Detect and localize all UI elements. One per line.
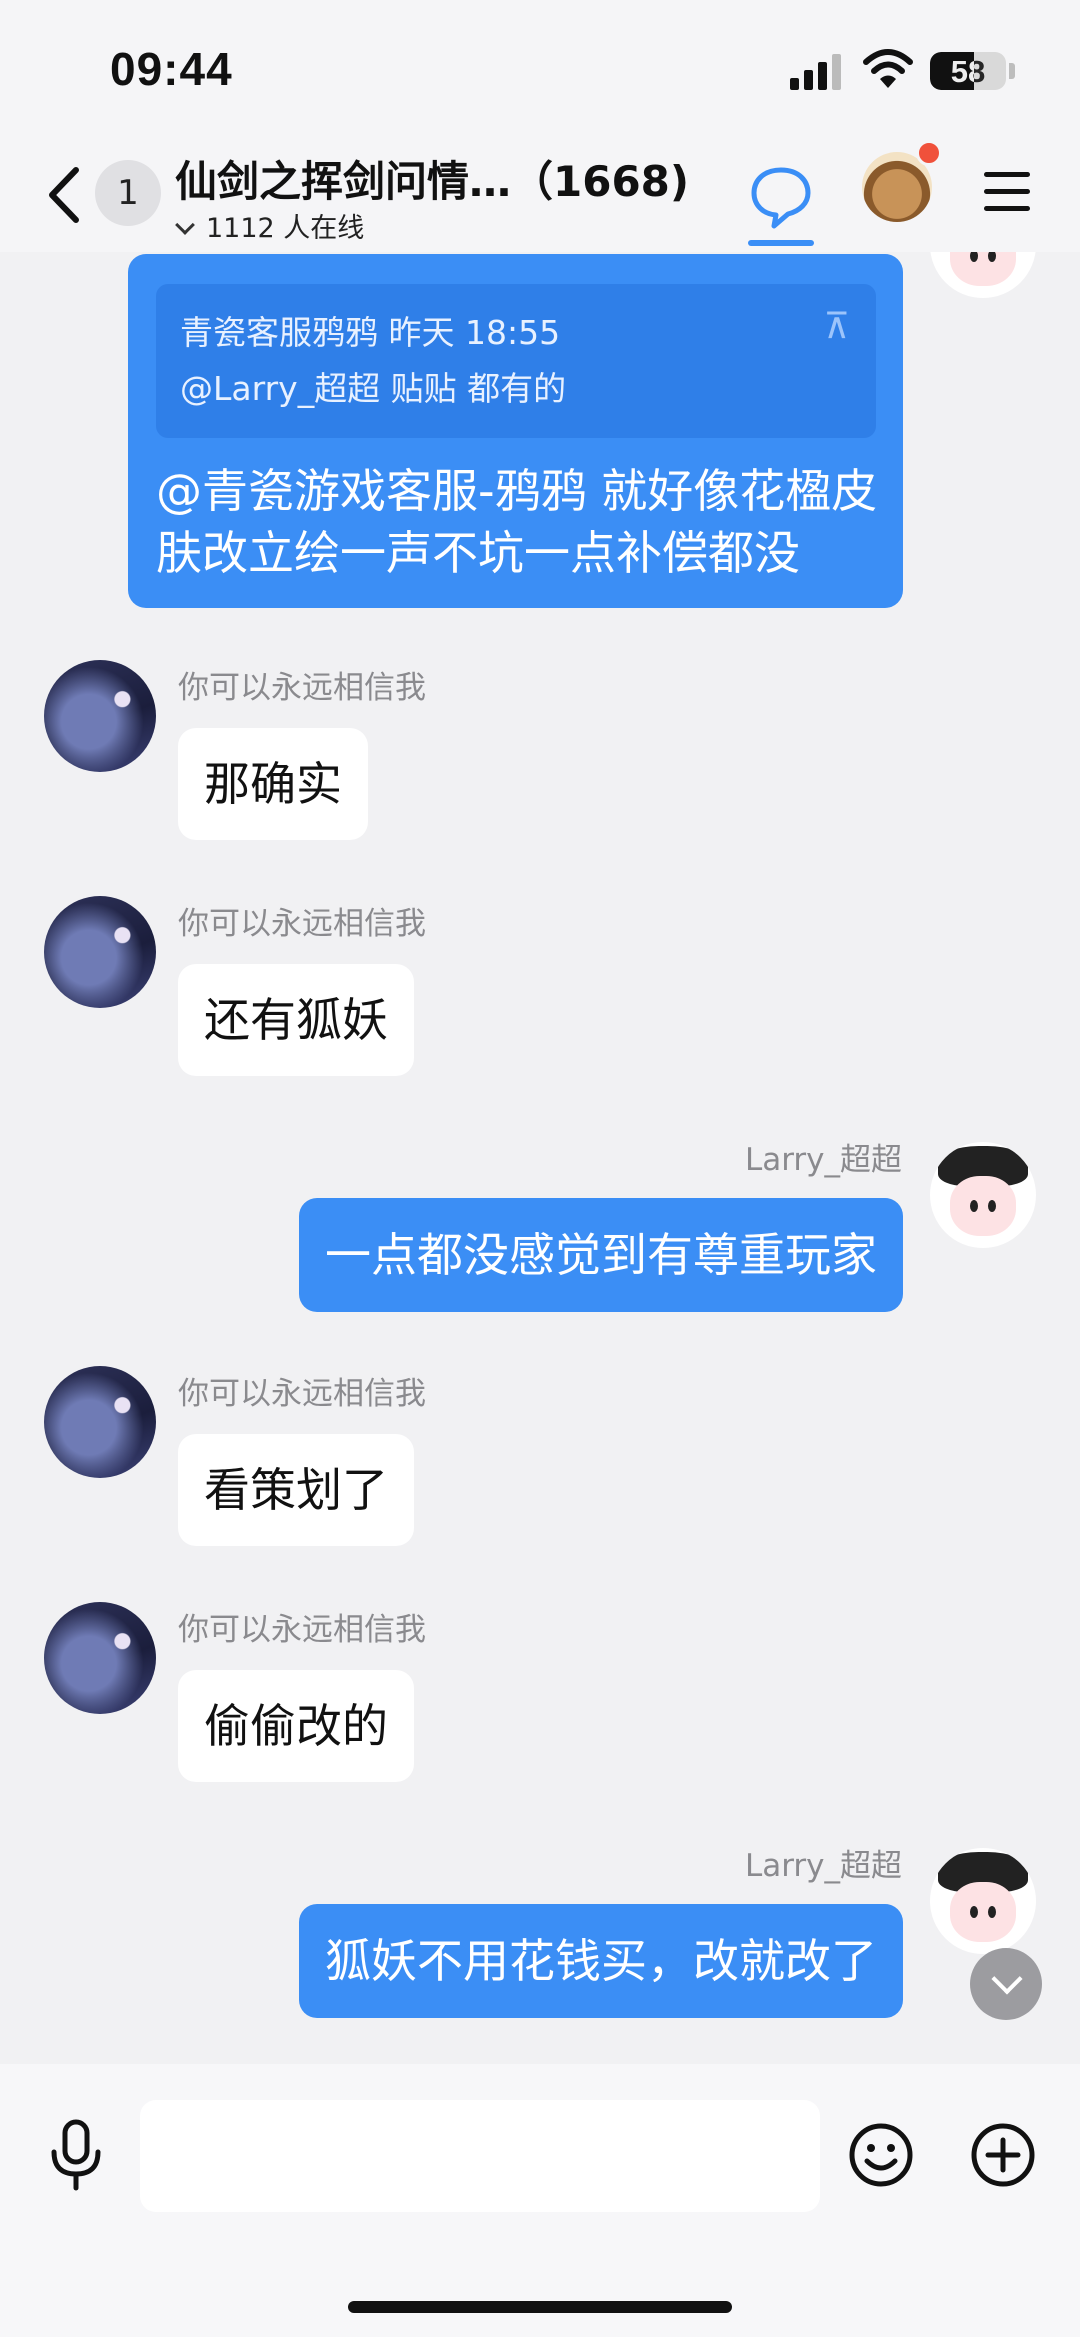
message-bubble[interactable]: 狐妖不用花钱买，改就改了	[299, 1904, 903, 2018]
emoji-icon[interactable]	[848, 2122, 914, 2188]
quote-header: 青瓷客服鸦鸦 昨天 18:55	[180, 313, 561, 352]
avatar[interactable]	[930, 1142, 1036, 1248]
chat-bubble-icon[interactable]	[748, 162, 814, 232]
avatar[interactable]	[44, 660, 156, 772]
sender-name: Larry_超超	[744, 1142, 902, 1178]
input-bar	[0, 2064, 1080, 2337]
message-bubble[interactable]: 看策划了	[178, 1434, 414, 1546]
online-count[interactable]: 1112 人在线	[175, 206, 365, 245]
status-bar: 09:44 58	[0, 0, 1080, 140]
back-icon[interactable]	[40, 160, 90, 230]
avatar[interactable]	[44, 896, 156, 1008]
online-count-label: 1112 人在线	[206, 213, 365, 244]
message-bubble[interactable]: 偷偷改的	[178, 1670, 414, 1782]
quote-text: @Larry_超超 贴贴 都有的	[180, 369, 567, 408]
chevron-down-icon	[175, 215, 195, 235]
avatar[interactable]	[44, 1602, 156, 1714]
sender-name: 你可以永远相信我	[178, 1612, 426, 1648]
message-bubble[interactable]: 那确实	[178, 728, 368, 840]
message-bubble[interactable]: 一点都没感觉到有尊重玩家	[299, 1198, 903, 1312]
microphone-icon[interactable]	[46, 2118, 106, 2194]
battery-icon: 58	[930, 52, 1006, 90]
sender-name: 你可以永远相信我	[178, 906, 426, 942]
battery-level: 58	[950, 54, 986, 89]
scroll-to-bottom-button[interactable]	[970, 1948, 1042, 2020]
quoted-message-bubble[interactable]: 青瓷客服鸦鸦 昨天 18:55 @Larry_超超 贴贴 都有的 ⊼ @青瓷游戏…	[128, 254, 903, 608]
message-text: @青瓷游戏客服-鸦鸦 就好像花楹皮肤改立绘一声不坑一点补偿都没	[156, 464, 878, 580]
unread-count-badge[interactable]: 1	[95, 160, 161, 226]
avatar[interactable]	[44, 1366, 156, 1478]
quote-preview[interactable]: 青瓷客服鸦鸦 昨天 18:55 @Larry_超超 贴贴 都有的 ⊼	[156, 284, 876, 438]
plus-icon[interactable]	[970, 2122, 1036, 2188]
sender-name: Larry_超超	[744, 1848, 902, 1884]
avatar[interactable]	[930, 1848, 1036, 1954]
status-time: 09:44	[110, 43, 233, 95]
signal-icon	[790, 52, 844, 90]
home-indicator	[348, 2301, 732, 2313]
notification-dot	[916, 140, 942, 166]
active-tab-indicator	[748, 240, 814, 246]
battery-tip	[1009, 63, 1015, 79]
message-list[interactable]: 青瓷客服鸦鸦 昨天 18:55 @Larry_超超 贴贴 都有的 ⊼ @青瓷游戏…	[0, 252, 1080, 2064]
collapse-icon[interactable]: ⊼	[824, 306, 850, 347]
menu-icon[interactable]	[984, 172, 1030, 212]
chat-header: 1 仙剑之挥剑问情…（1668) 1112 人在线	[0, 140, 1080, 252]
message-bubble[interactable]: 还有狐妖	[178, 964, 414, 1076]
message-input[interactable]	[140, 2100, 820, 2212]
sender-name: 你可以永远相信我	[178, 1376, 426, 1412]
wifi-icon	[863, 49, 913, 88]
group-title[interactable]: 仙剑之挥剑问情…（1668)	[175, 148, 689, 209]
avatar[interactable]	[930, 252, 1036, 298]
sender-name: 你可以永远相信我	[178, 670, 426, 706]
